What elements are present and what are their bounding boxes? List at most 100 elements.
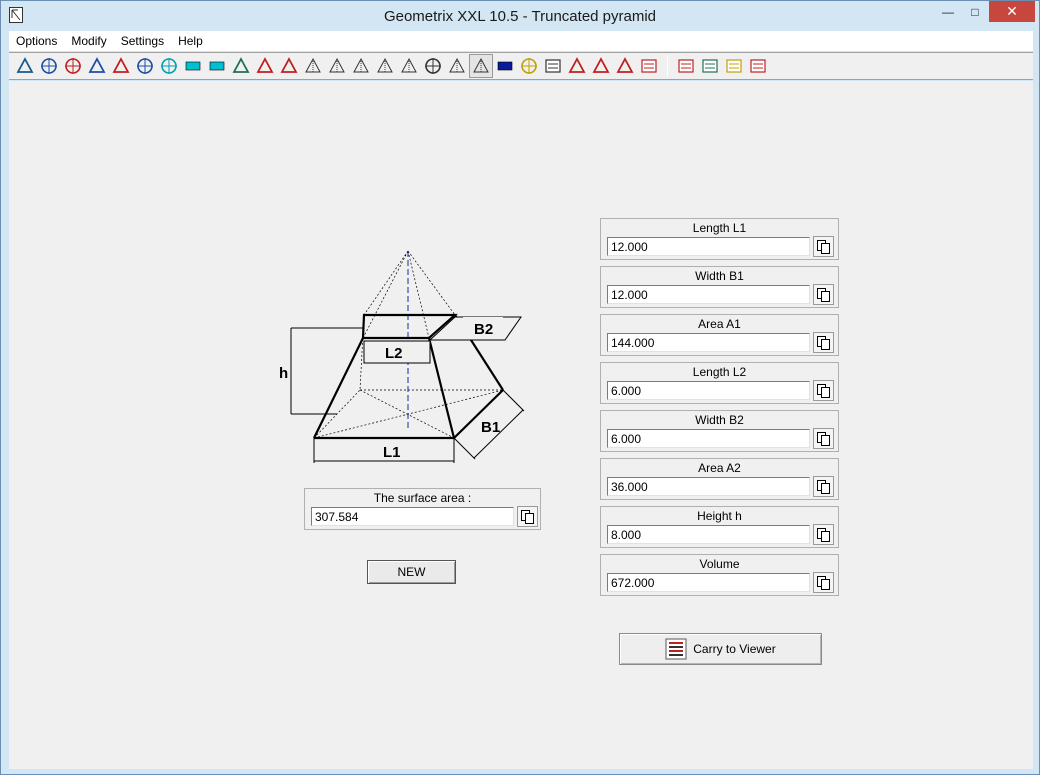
field-input-width-b1[interactable] bbox=[607, 285, 810, 304]
tool-lens-button[interactable] bbox=[517, 54, 541, 78]
parallelogram-icon bbox=[209, 61, 225, 71]
tool-notch-profile-button[interactable] bbox=[85, 54, 109, 78]
field-input-length-l2[interactable] bbox=[607, 381, 810, 400]
field-input-height-h[interactable] bbox=[607, 525, 810, 544]
tool-sphere-button[interactable] bbox=[421, 54, 445, 78]
copy-button-height-h[interactable] bbox=[813, 524, 834, 545]
copy-icon bbox=[817, 288, 830, 302]
label-l2: L2 bbox=[385, 345, 403, 362]
label-l1: L1 bbox=[383, 444, 401, 461]
tool-circle-triangle-button[interactable] bbox=[277, 54, 301, 78]
tool-cylinder-button[interactable] bbox=[325, 54, 349, 78]
circle-crosshair-icon bbox=[41, 58, 57, 74]
field-label-width-b1: Width B1 bbox=[695, 269, 744, 283]
field-input-area-a2[interactable] bbox=[607, 477, 810, 496]
field-label-volume: Volume bbox=[699, 557, 740, 571]
copy-button-length-l1[interactable] bbox=[813, 236, 834, 257]
tool-i-beam-button[interactable] bbox=[109, 54, 133, 78]
triangle-icon bbox=[256, 57, 274, 73]
field-label-area-a1: Area A1 bbox=[698, 317, 741, 331]
tool-exit-button[interactable] bbox=[746, 54, 770, 78]
i-beam-icon bbox=[112, 57, 130, 73]
copy-button-area-a1[interactable] bbox=[813, 332, 834, 353]
carry-to-viewer-button[interactable]: Carry to Viewer bbox=[619, 633, 822, 665]
viewer-icon bbox=[678, 59, 694, 73]
toolbar-separator bbox=[667, 55, 668, 77]
tool-padlock-box-button[interactable] bbox=[541, 54, 565, 78]
window-title: Geometrix XXL 10.5 - Truncated pyramid bbox=[383, 8, 657, 25]
copy-button-volume[interactable] bbox=[813, 572, 834, 593]
field-input-area-a1[interactable] bbox=[607, 333, 810, 352]
cube-icon bbox=[305, 57, 321, 73]
tool-frustum-filled-button[interactable] bbox=[493, 54, 517, 78]
copy-icon bbox=[817, 336, 830, 350]
copy-button-width-b2[interactable] bbox=[813, 428, 834, 449]
field-input-volume[interactable] bbox=[607, 573, 810, 592]
field-panel-width-b1: Width B1 bbox=[600, 266, 839, 308]
field-panel-length-l1: Length L1 bbox=[600, 218, 839, 260]
ring-cyan-icon bbox=[161, 58, 177, 74]
close-button[interactable]: ✕ bbox=[989, 1, 1035, 22]
field-panel-length-l2: Length L2 bbox=[600, 362, 839, 404]
pyramid-icon bbox=[377, 57, 393, 73]
tool-pyramid-dotted-button[interactable] bbox=[397, 54, 421, 78]
tool-unit-conversion-button[interactable] bbox=[565, 54, 589, 78]
menu-options[interactable]: Options bbox=[9, 34, 64, 48]
tool-circle-crosshair-red-button[interactable] bbox=[61, 54, 85, 78]
tool-link-button[interactable] bbox=[637, 54, 661, 78]
maximize-button[interactable]: □ bbox=[962, 1, 988, 22]
angle-tool-icon bbox=[16, 57, 34, 73]
tool-triangle-button[interactable] bbox=[253, 54, 277, 78]
circle-crosshair-red-icon bbox=[65, 58, 81, 74]
cylinder-icon bbox=[329, 57, 345, 73]
barrel-icon bbox=[353, 57, 369, 73]
viewer-list-icon bbox=[665, 638, 687, 660]
toolbar bbox=[9, 52, 1033, 80]
copy-button-width-b1[interactable] bbox=[813, 284, 834, 305]
field-panel-volume: Volume bbox=[600, 554, 839, 596]
tool-printer-button[interactable] bbox=[722, 54, 746, 78]
tool-barrel-button[interactable] bbox=[349, 54, 373, 78]
tool-truncated-pyramid-button[interactable] bbox=[469, 54, 493, 78]
copy-button-area-a2[interactable] bbox=[813, 476, 834, 497]
new-button[interactable]: NEW bbox=[367, 560, 456, 584]
carry-to-viewer-label: Carry to Viewer bbox=[693, 642, 776, 656]
field-panel-area-a2: Area A2 bbox=[600, 458, 839, 500]
tool-rectangle-button[interactable] bbox=[181, 54, 205, 78]
minimize-button[interactable]: — bbox=[935, 1, 961, 22]
label-b2: B2 bbox=[474, 321, 493, 338]
surface-copy-button[interactable] bbox=[517, 506, 538, 527]
tool-pyramid-button[interactable] bbox=[373, 54, 397, 78]
copy-button-length-l2[interactable] bbox=[813, 380, 834, 401]
field-panel-height-h: Height h bbox=[600, 506, 839, 548]
copy-icon bbox=[817, 480, 830, 494]
field-label-height-h: Height h bbox=[697, 509, 742, 523]
tool-circle-crosshair-button[interactable] bbox=[37, 54, 61, 78]
tool-cone-button[interactable] bbox=[445, 54, 469, 78]
client-area: L2 B2 h B1 L1 The surface area: 307.584… bbox=[9, 81, 1033, 769]
field-label-length-l2: Length L2 bbox=[692, 365, 747, 379]
unit-conversion-icon bbox=[568, 57, 586, 73]
tool-parallelogram-button[interactable] bbox=[205, 54, 229, 78]
surface-area-label: The surface area : bbox=[373, 491, 472, 505]
tool-cube-button[interactable] bbox=[301, 54, 325, 78]
tool-scatter-points-button[interactable] bbox=[589, 54, 613, 78]
tool-connect-points-button[interactable] bbox=[613, 54, 637, 78]
tool-angle-tool-button[interactable] bbox=[13, 54, 37, 78]
copy-icon bbox=[817, 432, 830, 446]
menu-settings[interactable]: Settings bbox=[114, 34, 171, 48]
copy-icon bbox=[817, 240, 830, 254]
surface-area-field[interactable] bbox=[311, 507, 514, 526]
field-input-width-b2[interactable] bbox=[607, 429, 810, 448]
sphere-icon bbox=[425, 58, 441, 74]
label-h: h bbox=[279, 365, 288, 382]
rectangle-icon bbox=[185, 61, 201, 71]
tool-ring-cyan-button[interactable] bbox=[157, 54, 181, 78]
tool-viewer-button[interactable] bbox=[674, 54, 698, 78]
tool-ring-button[interactable] bbox=[133, 54, 157, 78]
menu-help[interactable]: Help bbox=[171, 34, 210, 48]
tool-right-triangle-button[interactable] bbox=[229, 54, 253, 78]
tool-calculator-button[interactable] bbox=[698, 54, 722, 78]
menu-modify[interactable]: Modify bbox=[64, 34, 113, 48]
field-input-length-l1[interactable] bbox=[607, 237, 810, 256]
